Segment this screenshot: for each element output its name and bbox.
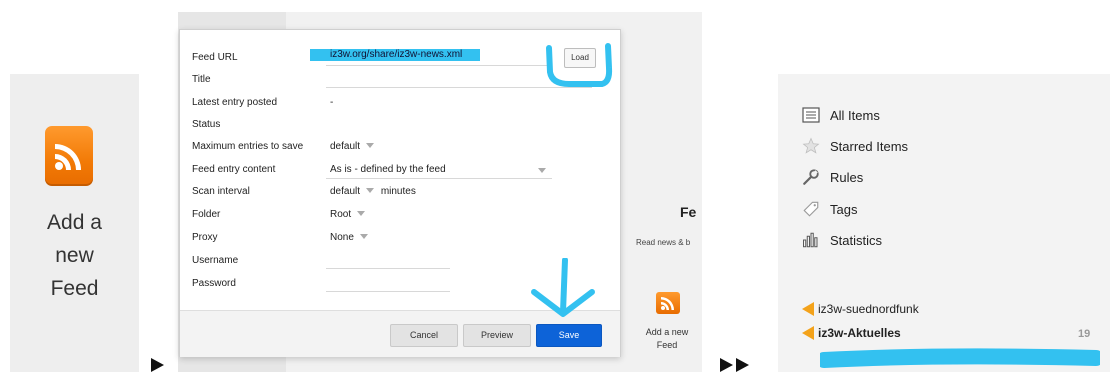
page-subtitle: Read news & b bbox=[636, 238, 691, 247]
scan-interval-label: Scan interval bbox=[192, 186, 250, 197]
nav-label: Statistics bbox=[830, 232, 883, 248]
rss-icon[interactable] bbox=[656, 292, 680, 314]
step-arrow-icon bbox=[736, 358, 749, 372]
list-icon bbox=[800, 106, 822, 124]
highlight-stroke-icon bbox=[820, 348, 1100, 368]
tile-label-line: Add a bbox=[47, 211, 102, 234]
username-label: Username bbox=[192, 255, 239, 266]
feed-label: iz3w-suednordfunk bbox=[818, 302, 919, 316]
scan-interval-value: default bbox=[330, 186, 361, 197]
feed-sidebar: All Items Starred Items Rules Tags Stati… bbox=[778, 74, 1110, 372]
feed-label: iz3w-Aktuelles bbox=[818, 326, 901, 340]
max-entries-label: Maximum entries to save bbox=[192, 141, 304, 152]
scan-interval-unit: minutes bbox=[380, 186, 416, 197]
feed-url-underline bbox=[326, 65, 552, 66]
bar-chart-icon bbox=[800, 231, 822, 249]
latest-entry-label: Latest entry posted bbox=[192, 97, 278, 108]
nav-all-items[interactable]: All Items bbox=[800, 104, 880, 126]
nav-label: Rules bbox=[830, 169, 864, 185]
title-label: Title bbox=[192, 74, 211, 85]
nav-starred-items[interactable]: Starred Items bbox=[800, 135, 908, 157]
tag-icon bbox=[800, 200, 822, 218]
scan-interval-field[interactable]: default minutes bbox=[330, 186, 416, 197]
password-label: Password bbox=[192, 278, 236, 289]
nav-label: All Items bbox=[830, 107, 880, 123]
password-underline bbox=[326, 291, 450, 292]
preview-button[interactable]: Preview bbox=[463, 324, 531, 347]
password-input[interactable] bbox=[330, 278, 450, 290]
feed-url-input[interactable]: iz3w.org/share/iz3w-news.xml bbox=[330, 49, 462, 60]
feed-item-suednordfunk[interactable]: iz3w-suednordfunk bbox=[802, 300, 919, 318]
feed-icon bbox=[802, 326, 814, 340]
arrow-down-icon bbox=[531, 258, 595, 317]
folder-label: Folder bbox=[192, 209, 221, 220]
folder-select[interactable]: Root bbox=[330, 209, 366, 220]
entry-content-value: As is - defined by the feed bbox=[330, 164, 446, 175]
chevron-down-icon bbox=[359, 234, 368, 239]
proxy-label: Proxy bbox=[192, 232, 218, 243]
title-input[interactable] bbox=[330, 74, 550, 86]
add-feed-label: Add a new Feed bbox=[10, 206, 139, 305]
tile-label-line: Feed bbox=[50, 277, 99, 300]
nav-tags[interactable]: Tags bbox=[800, 198, 857, 220]
save-button[interactable]: Save bbox=[536, 324, 602, 347]
step-arrow-icon bbox=[151, 358, 164, 372]
max-entries-select[interactable]: default bbox=[330, 141, 375, 152]
add-feed-link-line: Add a new bbox=[645, 327, 689, 337]
nav-rules[interactable]: Rules bbox=[800, 166, 863, 188]
add-feed-link-line: Feed bbox=[656, 340, 678, 350]
proxy-select[interactable]: None bbox=[330, 232, 368, 243]
entry-content-select[interactable]: As is - defined by the feed bbox=[330, 164, 546, 175]
chevron-down-icon bbox=[366, 143, 375, 148]
entry-content-label: Feed entry content bbox=[192, 164, 276, 175]
nav-label: Starred Items bbox=[830, 138, 909, 154]
tile-label-line: new bbox=[55, 244, 94, 267]
proxy-value: None bbox=[330, 232, 354, 243]
panel-gap bbox=[702, 12, 722, 372]
max-entries-value: default bbox=[330, 141, 361, 152]
chevron-down-icon bbox=[357, 211, 366, 216]
add-feed-link[interactable]: Add a new Feed bbox=[636, 326, 698, 352]
wrench-icon bbox=[800, 168, 822, 186]
feed-item-aktuelles[interactable]: iz3w-Aktuelles bbox=[802, 324, 901, 342]
page-title: Fe bbox=[680, 204, 697, 220]
status-label: Status bbox=[192, 119, 221, 130]
feed-url-label: Feed URL bbox=[192, 52, 238, 63]
rss-icon bbox=[45, 126, 93, 186]
star-icon bbox=[800, 137, 822, 155]
feed-icon bbox=[802, 302, 814, 316]
step-arrow-icon bbox=[720, 358, 733, 372]
highlight-stroke-icon bbox=[546, 43, 613, 87]
chevron-down-icon bbox=[538, 168, 546, 173]
username-input[interactable] bbox=[330, 255, 450, 267]
entry-content-underline bbox=[326, 178, 552, 179]
unread-count-badge: 19 bbox=[1078, 328, 1091, 340]
folder-value: Root bbox=[330, 209, 352, 220]
chevron-down-icon bbox=[366, 188, 375, 193]
username-underline bbox=[326, 268, 450, 269]
nav-statistics[interactable]: Statistics bbox=[800, 229, 882, 251]
latest-entry-value: - bbox=[330, 97, 334, 108]
nav-label: Tags bbox=[830, 201, 858, 217]
cancel-button[interactable]: Cancel bbox=[390, 324, 458, 347]
